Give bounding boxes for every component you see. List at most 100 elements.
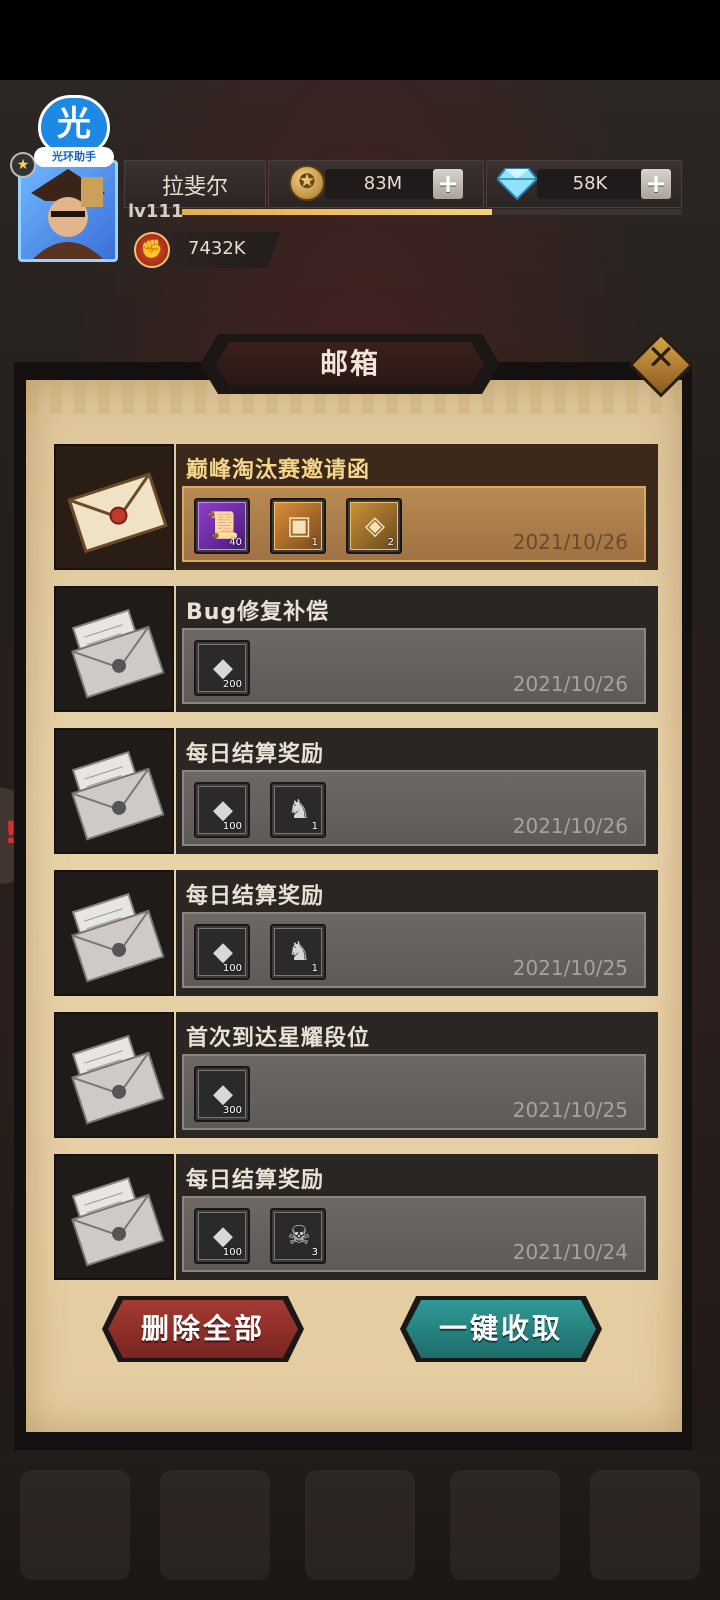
mail-date: 2021/10/25 xyxy=(512,1098,628,1122)
opened-envelope-icon xyxy=(54,870,174,996)
mail-body: 每日结算奖励 ◆ 100 ♞ 1 2021/10/26 xyxy=(176,728,658,854)
gold-coin-icon xyxy=(289,165,325,201)
mail-item[interactable]: 每日结算奖励 ◆ 100 ♞ 1 2021/10/25 xyxy=(54,870,658,996)
mail-item[interactable]: 每日结算奖励 ◆ 100 ☠ 3 2021/10/24 xyxy=(54,1154,658,1280)
diamond-icon: ◆ 100 xyxy=(198,786,246,834)
mail-body: Bug修复补偿 ◆ 200 2021/10/26 xyxy=(176,586,658,712)
fist-icon: ✊ xyxy=(134,232,170,268)
reward-item[interactable]: ♞ 1 xyxy=(270,924,326,980)
status-bar xyxy=(0,0,720,80)
mailbox-title: 邮箱 xyxy=(319,347,380,380)
reward-item[interactable]: 📜 40 xyxy=(194,498,250,554)
mail-title: 每日结算奖励 xyxy=(186,884,325,909)
scroll-icon: 📜 40 xyxy=(198,502,246,550)
reward-item[interactable]: ◆ 100 xyxy=(194,1208,250,1264)
mail-body: 首次到达星耀段位 ◆ 300 2021/10/25 xyxy=(176,1012,658,1138)
mail-body: 巅峰淘汰赛邀请函 📜 40 ▣ 1 ◈ 2 2021/10/26 xyxy=(176,444,658,570)
delete-all-button[interactable]: 删除全部 xyxy=(108,1300,298,1358)
opened-envelope-icon xyxy=(54,728,174,854)
mail-item[interactable]: 每日结算奖励 ◆ 100 ♞ 1 2021/10/26 xyxy=(54,728,658,854)
opened-envelope-icon xyxy=(54,1012,174,1138)
add-diamond-button[interactable]: + xyxy=(641,169,671,199)
opened-envelope-icon xyxy=(54,586,174,712)
mail-attachments: ◆ 200 2021/10/26 xyxy=(182,628,646,704)
reward-count: 100 xyxy=(222,963,242,974)
add-gold-button[interactable]: + xyxy=(433,169,463,199)
reward-item[interactable]: ◆ 200 xyxy=(194,640,250,696)
xp-fill xyxy=(182,209,492,215)
mail-title: 每日结算奖励 xyxy=(186,742,325,767)
claim-all-button[interactable]: 一键收取 xyxy=(406,1300,596,1358)
player-avatar[interactable]: ★ xyxy=(8,152,122,268)
close-icon: ✕ xyxy=(646,338,676,378)
reward-item[interactable]: ▣ 1 xyxy=(270,498,326,554)
reward-count: 1 xyxy=(311,963,318,974)
mail-body: 每日结算奖励 ◆ 100 ☠ 3 2021/10/24 xyxy=(176,1154,658,1280)
mail-title: 首次到达星耀段位 xyxy=(186,1026,371,1051)
nav-slot[interactable] xyxy=(305,1470,415,1580)
mail-attachments: ◆ 300 2021/10/25 xyxy=(182,1054,646,1130)
mail-item[interactable]: Bug修复补偿 ◆ 200 2021/10/26 xyxy=(54,586,658,712)
reward-item[interactable]: ☠ 3 xyxy=(270,1208,326,1264)
gold-resource: 83M + xyxy=(268,160,484,208)
reward-count: 1 xyxy=(311,537,318,548)
reward-item[interactable]: ◆ 100 xyxy=(194,782,250,838)
mail-attachments: ◆ 100 ♞ 1 2021/10/26 xyxy=(182,770,646,846)
treasure-chest-icon: ◈ 2 xyxy=(350,502,398,550)
reward-item[interactable]: ◆ 100 xyxy=(194,924,250,980)
helper-badge[interactable]: 光 光环助手 xyxy=(34,95,114,169)
diamond-icon: ◆ 100 xyxy=(198,1212,246,1260)
reward-count: 200 xyxy=(222,679,242,690)
reward-count: 2 xyxy=(387,537,394,548)
nav-slot[interactable] xyxy=(20,1470,130,1580)
close-button[interactable]: ✕ xyxy=(628,332,694,398)
player-name: 拉斐尔 xyxy=(161,175,228,200)
power-value: 7432K xyxy=(188,238,246,259)
diamond-resource: 58K + xyxy=(486,160,682,208)
mail-item[interactable]: 首次到达星耀段位 ◆ 300 2021/10/25 xyxy=(54,1012,658,1138)
flame-skull-icon: ☠ 3 xyxy=(274,1212,322,1260)
diamond-icon: ◆ 200 xyxy=(198,644,246,692)
mail-attachments: ◆ 100 ♞ 1 2021/10/25 xyxy=(182,912,646,988)
mail-title: 每日结算奖励 xyxy=(186,1168,325,1193)
mail-date: 2021/10/24 xyxy=(512,1240,628,1264)
mail-title: 巅峰淘汰赛邀请函 xyxy=(186,458,371,483)
golden-frame-icon: ▣ 1 xyxy=(274,502,322,550)
reward-item[interactable]: ◆ 300 xyxy=(194,1066,250,1122)
reward-count: 300 xyxy=(222,1105,242,1116)
bottom-nav xyxy=(0,1450,720,1600)
diamond-value: 58K xyxy=(572,173,608,194)
diamond-icon: ◆ 300 xyxy=(198,1070,246,1118)
player-level: lv111 xyxy=(128,201,184,222)
demon-mask-icon: ♞ 1 xyxy=(274,928,322,976)
mail-date: 2021/10/25 xyxy=(512,956,628,980)
nav-slot[interactable] xyxy=(450,1470,560,1580)
mail-body: 每日结算奖励 ◆ 100 ♞ 1 2021/10/25 xyxy=(176,870,658,996)
reward-count: 1 xyxy=(311,821,318,832)
avatar xyxy=(18,160,118,262)
mail-date: 2021/10/26 xyxy=(512,530,628,554)
mail-date: 2021/10/26 xyxy=(512,814,628,838)
reward-item[interactable]: ♞ 1 xyxy=(270,782,326,838)
reward-count: 3 xyxy=(311,1247,318,1258)
mail-attachments: 📜 40 ▣ 1 ◈ 2 2021/10/26 xyxy=(182,486,646,562)
sealed-envelope-icon xyxy=(54,444,174,570)
reward-item[interactable]: ◈ 2 xyxy=(346,498,402,554)
mail-date: 2021/10/26 xyxy=(512,672,628,696)
star-icon: ★ xyxy=(10,152,36,178)
reward-count: 100 xyxy=(222,1247,242,1258)
helper-logo: 光 xyxy=(38,95,110,155)
mail-item[interactable]: 巅峰淘汰赛邀请函 📜 40 ▣ 1 ◈ 2 2021/10/26 xyxy=(54,444,658,570)
demon-mask-icon: ♞ 1 xyxy=(274,786,322,834)
reward-count: 40 xyxy=(229,537,242,548)
gold-value: 83M xyxy=(363,173,403,194)
diamond-bar: 58K xyxy=(537,169,643,199)
gold-bar: 83M xyxy=(325,169,441,199)
mail-attachments: ◆ 100 ☠ 3 2021/10/24 xyxy=(182,1196,646,1272)
xp-bar xyxy=(182,209,682,215)
diamond-icon xyxy=(497,168,537,201)
helper-label: 光环助手 xyxy=(34,147,114,167)
nav-slot[interactable] xyxy=(160,1470,270,1580)
nav-slot[interactable] xyxy=(590,1470,700,1580)
mail-title: Bug修复补偿 xyxy=(186,600,330,625)
